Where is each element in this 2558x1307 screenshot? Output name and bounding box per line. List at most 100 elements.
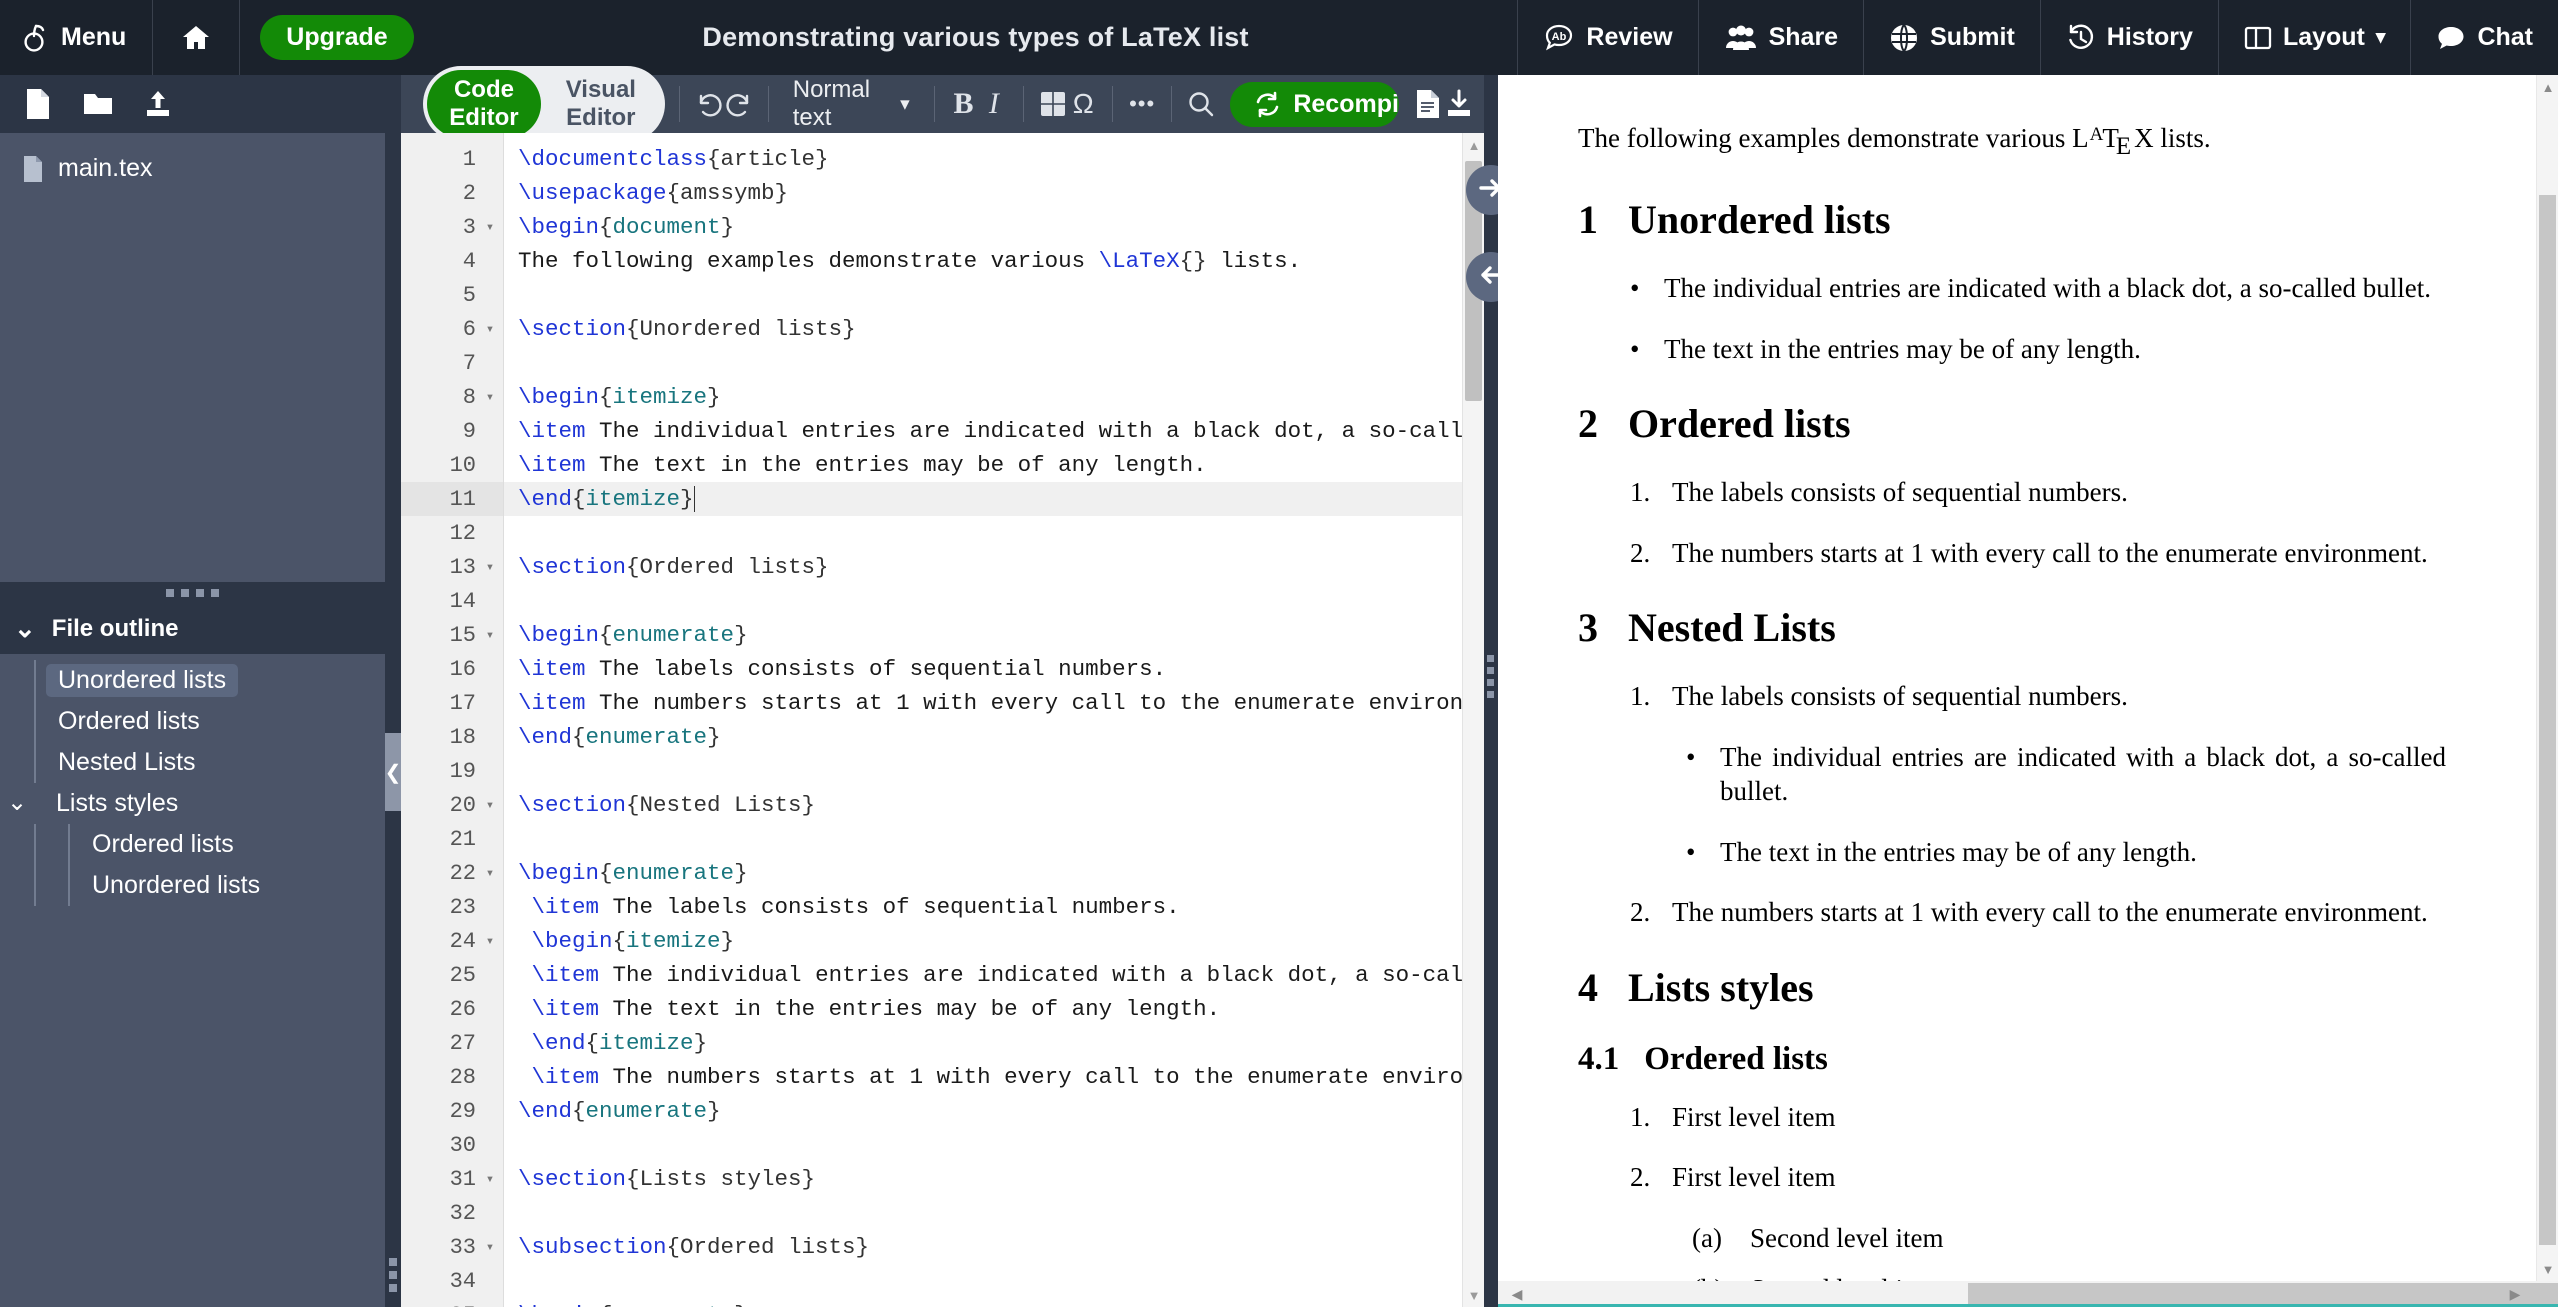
code-line[interactable]: \end{enumerate} — [504, 720, 1484, 754]
file-item-main-tex[interactable]: main.tex — [0, 147, 385, 190]
fold-toggle-icon[interactable]: ▾ — [481, 1239, 499, 1256]
undo-icon[interactable] — [693, 81, 723, 127]
code-line[interactable] — [504, 346, 1484, 380]
code-line[interactable] — [504, 1196, 1484, 1230]
outline-guide-line — [34, 659, 36, 701]
search-icon[interactable] — [1186, 81, 1216, 127]
code-line[interactable]: \begin{enumerate} — [504, 856, 1484, 890]
code-token-env: itemize — [585, 486, 681, 512]
new-file-icon[interactable] — [14, 82, 62, 126]
outline-item-unordered-lists[interactable]: Unordered lists — [0, 659, 385, 701]
fold-toggle-icon[interactable]: ▾ — [481, 797, 499, 814]
code-line[interactable]: \item The text in the entries may be of … — [504, 448, 1484, 482]
scroll-down-arrow-icon[interactable]: ▼ — [1463, 1285, 1484, 1305]
upgrade-button[interactable]: Upgrade — [260, 15, 414, 60]
code-line[interactable]: \section {Lists styles} — [504, 1162, 1484, 1196]
code-line[interactable]: \begin{itemize} — [504, 380, 1484, 414]
scroll-up-arrow-icon[interactable]: ▲ — [2537, 77, 2558, 97]
code-line[interactable]: \item The labels consists of sequential … — [504, 652, 1484, 686]
layout-button[interactable]: Layout ▾ — [2217, 0, 2411, 75]
download-pdf-icon[interactable] — [1444, 81, 1474, 127]
home-button[interactable] — [153, 0, 241, 75]
pdf-vertical-scrollbar[interactable]: ▲ ▼ — [2536, 75, 2558, 1281]
tab-visual-editor[interactable]: Visual Editor — [541, 70, 661, 138]
editor-pdf-resizer[interactable] — [1466, 75, 1516, 1307]
outline-item-lists-styles-ordered[interactable]: Ordered lists — [0, 823, 385, 865]
pdf-scrollbar-thumb[interactable] — [2539, 195, 2556, 1245]
code-line[interactable]: \subsection {Ordered lists} — [504, 1230, 1484, 1264]
line-number: 24 ▾ — [401, 924, 503, 958]
code-line[interactable] — [504, 278, 1484, 312]
code-line[interactable]: \usepackage {amssymb} — [504, 176, 1484, 210]
scroll-down-arrow-icon[interactable]: ▼ — [2537, 1259, 2558, 1279]
fold-toggle-icon[interactable]: ▾ — [481, 627, 499, 644]
editor-vertical-scrollbar[interactable]: ▲ ▼ — [1462, 133, 1484, 1307]
italic-button[interactable]: I — [979, 81, 1009, 127]
code-line[interactable] — [504, 1264, 1484, 1298]
fold-toggle-icon[interactable]: ▾ — [481, 1171, 499, 1188]
code-line[interactable]: \begin{itemize} — [504, 924, 1484, 958]
menu-button[interactable]: Menu — [0, 0, 154, 75]
insert-table-icon[interactable] — [1038, 81, 1068, 127]
insert-symbol-button[interactable]: Ω — [1068, 81, 1098, 127]
code-line[interactable]: \end{itemize} — [504, 482, 1484, 516]
fold-toggle-icon[interactable]: ▾ — [481, 321, 499, 338]
compile-logs-icon[interactable] — [1413, 81, 1443, 127]
upload-icon[interactable] — [134, 82, 182, 126]
code-line[interactable]: \section {Ordered lists} — [504, 550, 1484, 584]
code-line[interactable]: \section {Unordered lists} — [504, 312, 1484, 346]
redo-icon[interactable] — [724, 81, 754, 127]
code-line[interactable]: The following examples demonstrate vario… — [504, 244, 1484, 278]
fold-toggle-icon[interactable]: ▾ — [481, 933, 499, 950]
outline-item-nested-lists[interactable]: Nested Lists — [0, 741, 385, 783]
bold-button[interactable]: B — [948, 81, 978, 127]
code-line[interactable]: \end{enumerate} — [504, 1094, 1484, 1128]
review-button[interactable]: Ab Review — [1517, 0, 1697, 75]
code-line[interactable]: \begin{enumerate} — [504, 1298, 1484, 1307]
collapse-left-panel-button[interactable]: ❮ — [385, 733, 401, 811]
code-line[interactable]: \item The numbers starts at 1 with every… — [504, 1060, 1484, 1094]
text-style-select[interactable]: Normal text ▾ — [783, 76, 920, 132]
code-line[interactable]: \item The text in the entries may be of … — [504, 992, 1484, 1026]
code-line[interactable]: \item The individual entries are indicat… — [504, 414, 1484, 448]
more-options-button[interactable]: ••• — [1127, 81, 1157, 127]
code-line[interactable]: \begin{enumerate} — [504, 618, 1484, 652]
upgrade-cell: Upgrade — [240, 0, 433, 75]
code-line[interactable]: \item The labels consists of sequential … — [504, 890, 1484, 924]
submit-button[interactable]: Submit — [1863, 0, 2040, 75]
scroll-up-arrow-icon[interactable]: ▲ — [1463, 135, 1484, 155]
file-outline-header[interactable]: ⌄ File outline — [0, 603, 385, 654]
code-text-area[interactable]: \documentclass {article} \usepackage {amssy… — [504, 133, 1484, 1307]
left-panel-resizer[interactable]: ❮ — [385, 75, 401, 1307]
outline-item-ordered-lists[interactable]: Ordered lists — [0, 700, 385, 742]
fold-toggle-icon[interactable]: ▾ — [481, 219, 499, 236]
code-line[interactable]: \item The numbers starts at 1 with every… — [504, 686, 1484, 720]
code-line[interactable]: \begin{document} — [504, 210, 1484, 244]
code-line[interactable] — [504, 516, 1484, 550]
history-button[interactable]: History — [2039, 0, 2218, 75]
chevron-down-icon[interactable]: ⌄ — [0, 791, 34, 815]
pdf-hscrollbar-thumb[interactable] — [1968, 1283, 2558, 1305]
code-line[interactable]: \end{itemize} — [504, 1026, 1484, 1060]
fold-toggle-icon[interactable]: ▾ — [481, 865, 499, 882]
fold-toggle-icon[interactable]: ▾ — [481, 559, 499, 576]
fold-toggle-icon[interactable]: ▾ — [481, 389, 499, 406]
code-line[interactable] — [504, 1128, 1484, 1162]
tab-code-editor[interactable]: Code Editor — [427, 70, 541, 138]
code-line[interactable] — [504, 754, 1484, 788]
outline-item-lists-styles-unordered[interactable]: Unordered lists — [0, 864, 385, 906]
code-line[interactable]: \section {Nested Lists} — [504, 788, 1484, 822]
code-line[interactable]: \item The individual entries are indicat… — [504, 958, 1484, 992]
file-tree-resize-handle[interactable] — [0, 581, 385, 604]
editor-panel: Code Editor Visual Editor Normal text ▾ … — [401, 66, 1484, 1307]
chat-button[interactable]: Chat — [2410, 0, 2558, 75]
code-line[interactable] — [504, 584, 1484, 618]
code-token-kw: \end — [518, 724, 573, 750]
share-button[interactable]: Share — [1697, 0, 1863, 75]
outline-item-lists-styles[interactable]: ⌄ Lists styles — [0, 783, 385, 824]
new-folder-icon[interactable] — [74, 82, 122, 126]
code-line[interactable]: \documentclass {article} — [504, 142, 1484, 176]
recompile-button[interactable]: Recompile — [1230, 82, 1399, 127]
list-marker: 2. — [1630, 897, 1651, 928]
code-line[interactable] — [504, 822, 1484, 856]
